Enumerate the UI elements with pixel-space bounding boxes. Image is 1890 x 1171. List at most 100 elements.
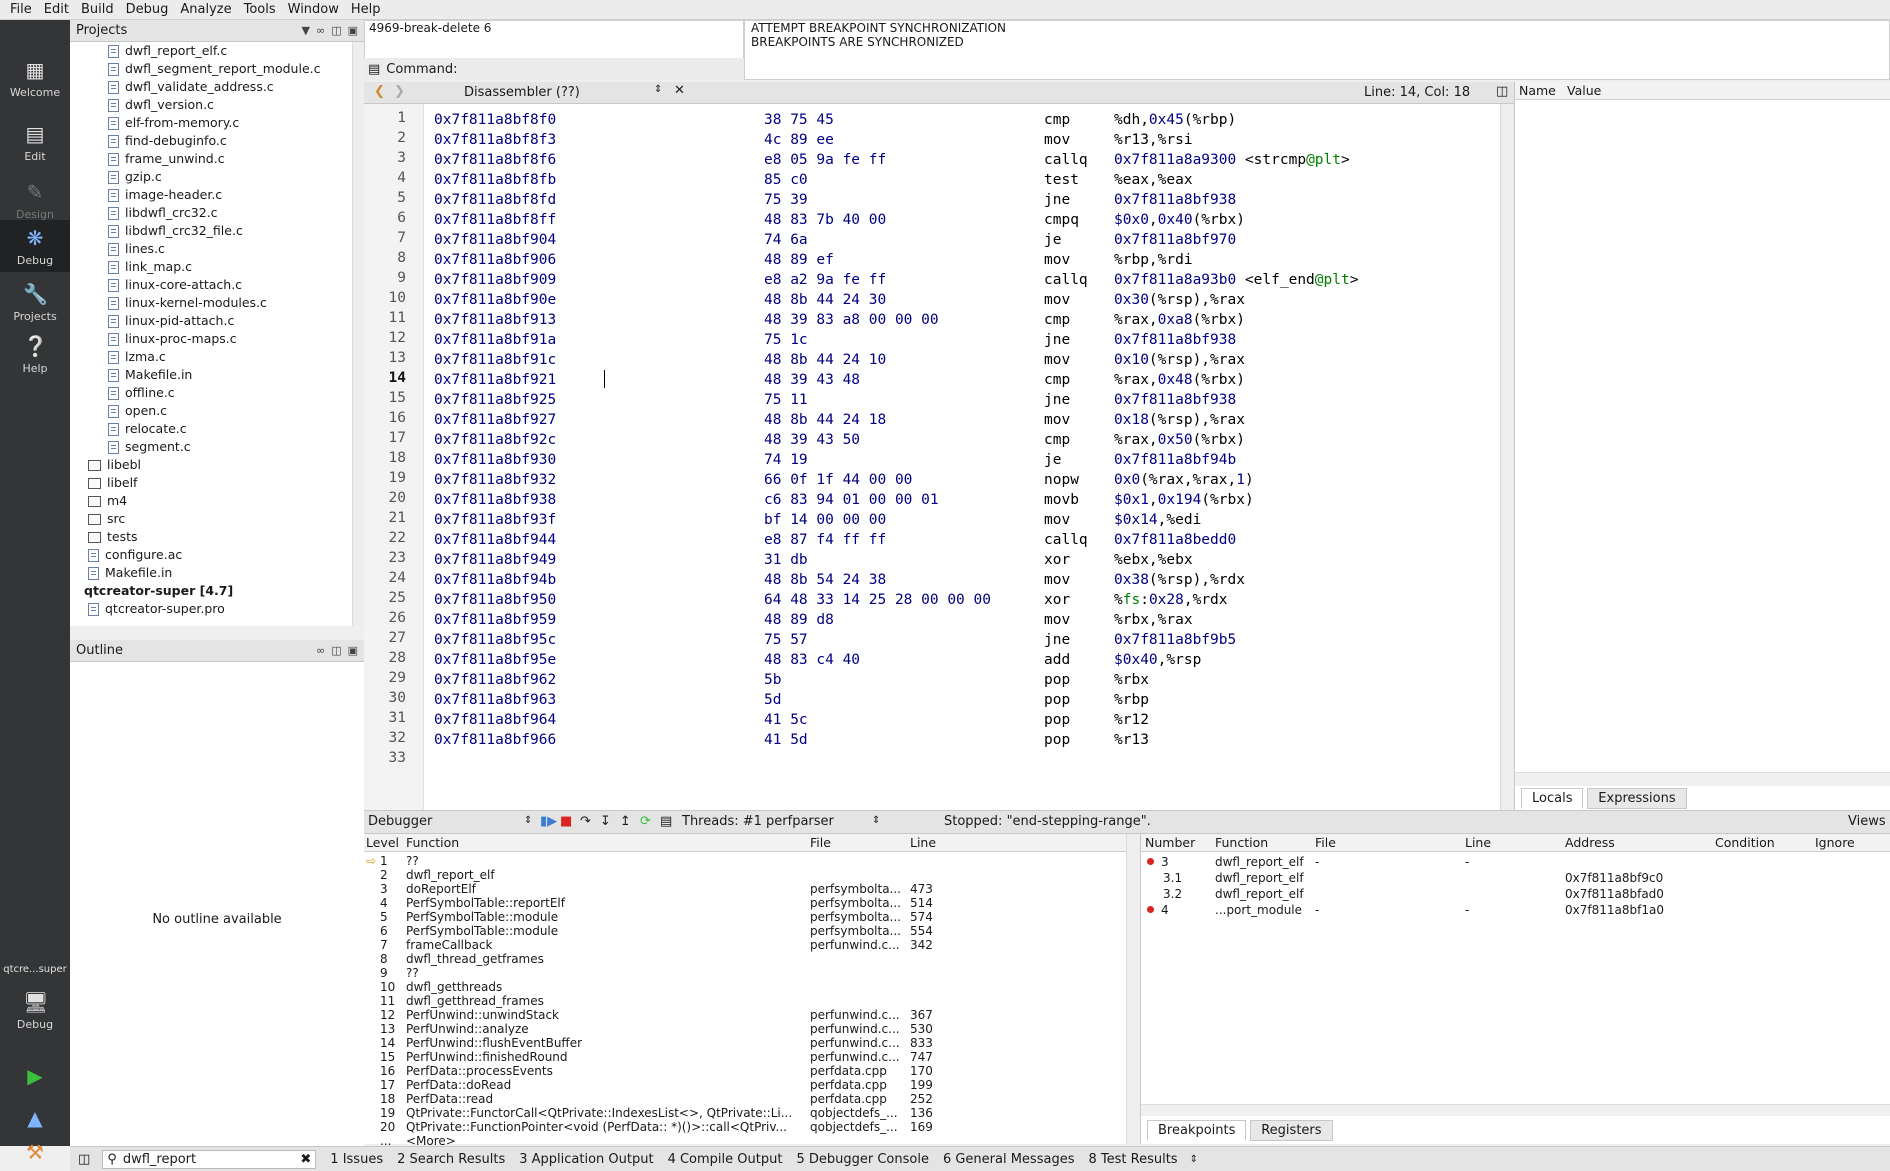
col-name[interactable]: Name — [1519, 82, 1556, 100]
tree-file-item[interactable]: linux-kernel-modules.c — [84, 294, 352, 312]
tree-file-item[interactable]: link_map.c — [84, 258, 352, 276]
output-tab[interactable]: 1 Issues — [330, 1152, 383, 1167]
tree-folder-item[interactable]: libelf — [84, 474, 352, 492]
stack-frame-row[interactable]: 10 dwfl_getthreads — [364, 980, 1124, 994]
tree-file-item[interactable]: find-debuginfo.c — [84, 132, 352, 150]
output-tab[interactable]: 8 Test Results — [1088, 1152, 1177, 1167]
tree-file-item[interactable]: lines.c — [84, 240, 352, 258]
stack-frame-row[interactable]: 14 PerfUnwind::flushEventBuffer perfunwind… — [364, 1036, 1124, 1050]
mode-debug[interactable]: ❋ Debug — [0, 220, 70, 272]
tab-expressions[interactable]: Expressions — [1587, 788, 1687, 809]
continue-icon[interactable]: ▮▶ — [540, 814, 557, 829]
back-icon[interactable]: ❮ — [374, 84, 385, 99]
threads-selector[interactable]: Threads: #1 perfparser — [682, 814, 834, 829]
menu-tools[interactable]: Tools — [238, 0, 282, 20]
output-tab[interactable]: 6 General Messages — [943, 1152, 1075, 1167]
tree-file-item[interactable]: dwfl_segment_report_module.c — [84, 60, 352, 78]
stack-frame-row[interactable]: 12 PerfUnwind::unwindStack perfunwind.c...… — [364, 1008, 1124, 1022]
tree-file-item[interactable]: Makefile.in — [84, 366, 352, 384]
breakpoint-row[interactable]: 3.2 dwfl_report_elf 0x7f811a8bfad0 — [1141, 886, 1890, 902]
output-tab[interactable]: 2 Search Results — [397, 1152, 505, 1167]
col-file[interactable]: File — [1315, 834, 1336, 852]
locator-input[interactable]: dwfl_report — [123, 1152, 301, 1167]
col-condition[interactable]: Condition — [1715, 834, 1775, 852]
tree-file-item[interactable]: libdwfl_crc32_file.c — [84, 222, 352, 240]
tree-file-item[interactable]: gzip.c — [84, 168, 352, 186]
tree-file-item[interactable]: linux-core-attach.c — [84, 276, 352, 294]
tree-file-item[interactable]: dwfl_validate_address.c — [84, 78, 352, 96]
stack-frame-row[interactable]: 18 PerfData::read perfdata.cpp 252 — [364, 1092, 1124, 1106]
col-value[interactable]: Value — [1567, 82, 1601, 100]
updown-icon[interactable]: ⇕ — [1190, 1154, 1198, 1165]
tree-file-item[interactable]: qtcreator-super.pro — [84, 600, 352, 618]
locals-hscrollbar[interactable] — [1515, 772, 1890, 786]
tree-file-item[interactable]: dwfl_report_elf.c — [84, 42, 352, 60]
tree-file-item[interactable]: libdwfl_crc32.c — [84, 204, 352, 222]
mode-edit[interactable]: ▤ Edit — [0, 112, 70, 176]
breakpoints-view[interactable]: Number Function File Line Address Condit… — [1140, 834, 1890, 1144]
close-pane-icon[interactable]: ▣ — [348, 24, 358, 37]
stack-frame-row[interactable]: 5 PerfSymbolTable::module perfsymbolta... 5… — [364, 910, 1124, 924]
breakpoint-row[interactable]: 3.1 dwfl_report_elf 0x7f811a8bf9c0 — [1141, 870, 1890, 886]
menu-file[interactable]: File — [4, 0, 38, 20]
tree-file-item[interactable]: linux-pid-attach.c — [84, 312, 352, 330]
tree-file-item[interactable]: image-header.c — [84, 186, 352, 204]
tree-file-item[interactable]: offline.c — [84, 384, 352, 402]
stack-frame-row[interactable]: 8 dwfl_thread_getframes — [364, 952, 1124, 966]
filter-icon[interactable]: ▼ — [302, 24, 310, 37]
tree-folder-item[interactable]: libebl — [84, 456, 352, 474]
tree-file-item[interactable]: elf-from-memory.c — [84, 114, 352, 132]
menu-build[interactable]: Build — [75, 0, 120, 20]
menu-help[interactable]: Help — [345, 0, 387, 20]
stack-frame-row[interactable]: 13 PerfUnwind::analyze perfunwind.c... 530 — [364, 1022, 1124, 1036]
close-document-icon[interactable]: ✕ — [674, 83, 685, 98]
output-tab[interactable]: 5 Debugger Console — [796, 1152, 929, 1167]
breakpoint-row[interactable]: 4 ...port_module - -0x7f811a8bf1a0 — [1141, 902, 1890, 918]
step-out-icon[interactable]: ↥ — [620, 814, 631, 829]
stack-frame-row[interactable]: ⇨ 1?? — [364, 854, 1124, 868]
menu-window[interactable]: Window — [282, 0, 345, 20]
debugger-selector[interactable]: Debugger — [368, 814, 432, 829]
editor-scrollbar[interactable] — [1500, 104, 1514, 810]
disassembly-editor[interactable]: 1 2 3 4 5 6 7 8 9 10 11 12 13 14 15 16 17 18 19 20 21 22 23 24 2… — [364, 104, 1500, 810]
tree-file-item[interactable]: open.c — [84, 402, 352, 420]
tree-folder-item[interactable]: tests — [84, 528, 352, 546]
stack-frame-row[interactable]: 15 PerfUnwind::finishedRound perfunwind.c.… — [364, 1050, 1124, 1064]
forward-icon[interactable]: ❯ — [394, 84, 405, 99]
run-button[interactable]: ▶ — [0, 1054, 70, 1094]
col-file[interactable]: File — [810, 834, 831, 852]
tree-file-item[interactable]: lzma.c — [84, 348, 352, 366]
document-selector[interactable]: Disassembler (??) — [464, 85, 580, 100]
stack-frame-row[interactable]: 7 frameCallback perfunwind.c... 342 — [364, 938, 1124, 952]
split-icon[interactable]: ◫ — [1496, 84, 1508, 99]
col-function[interactable]: Function — [1215, 834, 1268, 852]
tree-project-item[interactable]: qtcreator-super [4.7] — [84, 582, 352, 600]
stack-frame-row[interactable]: 9?? — [364, 966, 1124, 980]
debug-run-button[interactable]: ▲ — [0, 1096, 70, 1136]
col-function[interactable]: Function — [406, 834, 459, 852]
col-level[interactable]: Level — [366, 834, 399, 852]
breakpoint-row[interactable]: 3 dwfl_report_elf - - — [1141, 854, 1890, 870]
tree-file-item[interactable]: configure.ac — [84, 546, 352, 564]
tree-file-item[interactable]: linux-proc-maps.c — [84, 330, 352, 348]
step-into-icon[interactable]: ↧ — [600, 814, 611, 829]
col-address[interactable]: Address — [1565, 834, 1615, 852]
projects-scrollbar[interactable] — [352, 42, 364, 626]
kit-selector[interactable]: 🖥 Debug — [0, 984, 70, 1036]
stack-frame-row[interactable]: 2 dwfl_report_elf — [364, 868, 1124, 882]
stack-frame-row[interactable]: 16 PerfData::processEvents perfdata.cpp 170 — [364, 1064, 1124, 1078]
command-input[interactable] — [463, 60, 744, 78]
locator-field[interactable]: ⚲ dwfl_report ✖ — [102, 1149, 317, 1169]
stack-scrollbar[interactable] — [1126, 834, 1140, 1144]
build-button[interactable]: ⚒ — [0, 1136, 70, 1168]
menu-debug[interactable]: Debug — [120, 0, 175, 20]
stop-icon[interactable]: ■ — [560, 814, 572, 829]
split-icon[interactable]: ◫ — [331, 24, 341, 37]
col-number[interactable]: Number — [1145, 834, 1195, 852]
projects-tree[interactable]: dwfl_report_elf.c dwfl_segment_report_mod… — [70, 42, 352, 626]
col-ignore[interactable]: Ignore — [1815, 834, 1855, 852]
mode-welcome[interactable]: ▦ Welcome — [0, 48, 70, 112]
output-tab[interactable]: 4 Compile Output — [668, 1152, 783, 1167]
tab-locals[interactable]: Locals — [1521, 788, 1584, 809]
tree-file-item[interactable]: Makefile.in — [84, 564, 352, 582]
